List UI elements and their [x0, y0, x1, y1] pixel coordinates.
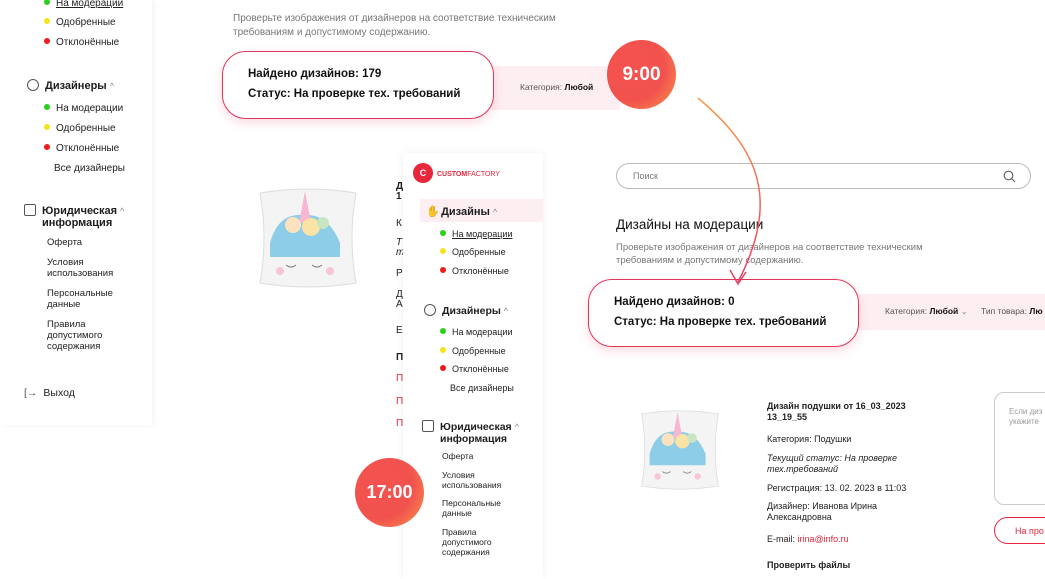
sidebar-item-designers-rejected[interactable]: Отклонённые	[44, 143, 119, 154]
sidebar-item-approved[interactable]: Одобренные	[44, 17, 116, 28]
chevron-up-icon: ^	[492, 207, 498, 217]
sidebar-item-moderation[interactable]: На модерации	[44, 0, 123, 9]
transition-arrow-icon	[697, 97, 761, 286]
yellow-dot-icon	[44, 18, 50, 24]
red-dot-icon	[44, 38, 50, 44]
sidebar-item-designers-moderation[interactable]: На модерации	[44, 103, 123, 114]
sidebar-item-terms-front[interactable]: Условия использования	[442, 470, 514, 490]
sidebar-section-designers[interactable]: Дизайнеры ^	[27, 79, 114, 92]
back-page-description: Проверьте изображения от дизайнеров на с…	[233, 13, 556, 38]
send-for-review-button[interactable]: На про	[994, 517, 1045, 544]
red-dot-icon	[440, 267, 446, 273]
back-card-fragment: Р	[396, 268, 403, 279]
green-dot-icon	[440, 230, 446, 236]
found-count: Найдено дизайнов: 0	[614, 296, 735, 308]
chevron-up-icon: ^	[503, 306, 509, 316]
search-input[interactable]: Поиск	[616, 163, 1031, 189]
chevron-up-icon: ^	[120, 206, 125, 216]
back-sidebar: На модерации Одобренные Отклонённые Диза…	[0, 0, 152, 425]
green-dot-icon	[44, 104, 50, 110]
sidebar-item-all-designers-front[interactable]: Все дизайнеры	[450, 383, 514, 393]
email-link[interactable]: irina@info.ru	[798, 534, 849, 544]
time-badge-morning: 9:00	[607, 40, 676, 109]
sidebar-section-designers-front[interactable]: Дизайнеры ^	[424, 304, 508, 317]
sidebar-item-all-designers[interactable]: Все дизайнеры	[54, 163, 125, 174]
sidebar-item-designers-approved-front[interactable]: Одобренные	[440, 346, 506, 356]
sidebar-item-designers-moderation-front[interactable]: На модерации	[440, 327, 512, 337]
product-pillow-image	[641, 410, 719, 490]
sidebar-item-designs-rejected[interactable]: Отклонённые	[440, 266, 509, 276]
card-category: Категория: Подушки	[767, 434, 852, 444]
sidebar-item-personal-data-front[interactable]: Персональные данные	[442, 498, 514, 518]
chevron-up-icon: ^	[514, 422, 519, 432]
back-status: Статус: На проверке тех. требований	[248, 88, 461, 100]
green-dot-icon	[440, 328, 446, 334]
page-description: Проверьте изображения от дизайнеров на с…	[616, 242, 923, 266]
sidebar-item-content-rules-front[interactable]: Правила допустимого содержания	[442, 527, 514, 557]
chevron-down-icon: ⌄	[960, 306, 968, 316]
yellow-dot-icon	[440, 248, 446, 254]
sidebar-item-designs-approved[interactable]: Одобренные	[440, 247, 506, 257]
back-summary-pill: Найдено дизайнов: 179 Статус: На проверк…	[222, 51, 494, 119]
sidebar-item-designers-approved[interactable]: Одобренные	[44, 123, 116, 134]
user-icon	[27, 79, 39, 91]
back-card-fragment: ДА	[396, 289, 403, 310]
check-files-link[interactable]: Проверить файлы	[767, 560, 850, 571]
brand-logo-text: CUSTOMFACTORY	[437, 171, 501, 178]
sidebar-section-designs[interactable]: ✋ Дизайны ^	[420, 199, 543, 222]
back-category-filter[interactable]: Категория: Любой	[520, 82, 593, 92]
sidebar-item-offer-front[interactable]: Оферта	[442, 451, 473, 462]
green-dot-icon	[44, 0, 50, 5]
card-email: E-mail: irina@info.ru	[767, 534, 849, 544]
back-pillow-image	[259, 188, 357, 288]
sidebar-item-personal-data[interactable]: Персональные данные	[47, 288, 127, 310]
logout-button[interactable]: [→ Выход	[24, 387, 75, 399]
sidebar-item-terms[interactable]: Условия использования	[47, 257, 127, 279]
sidebar-item-designs-moderation[interactable]: На модерации	[440, 229, 512, 239]
back-found-count: Найдено дизайнов: 179	[248, 68, 382, 80]
card-status: Текущий статус: На проверке тех.требован…	[767, 453, 898, 474]
time-badge-evening: 17:00	[355, 458, 424, 527]
back-filter-bar: Категория: Любой	[490, 66, 620, 110]
document-icon	[24, 204, 36, 216]
red-dot-icon	[44, 144, 50, 150]
comment-textarea[interactable]: Если диз укажите	[994, 392, 1045, 505]
chevron-up-icon: ^	[109, 81, 114, 91]
sidebar-item-designers-rejected-front[interactable]: Отклонённые	[440, 364, 509, 374]
sidebar-section-legal[interactable]: Юридическая ^ информация	[24, 204, 124, 229]
yellow-dot-icon	[440, 347, 446, 353]
hand-icon: ✋	[426, 206, 440, 218]
product-type-filter[interactable]: Тип товара: Лю	[981, 306, 1043, 316]
document-icon	[422, 420, 434, 432]
sidebar-section-legal-front[interactable]: Юридическая ^ информация	[422, 420, 519, 445]
sidebar-item-content-rules[interactable]: Правила допустимого содержания	[47, 319, 127, 352]
back-card-fragment: К	[396, 218, 402, 229]
back-card-fragment: Е	[396, 325, 403, 336]
brand-logo-icon: C	[413, 163, 433, 183]
search-icon[interactable]	[1003, 170, 1016, 183]
status-text: Статус: На проверке тех. требований	[614, 316, 827, 328]
front-filter-bar: Категория: Любой ⌄ Тип товара: Лю	[853, 294, 1045, 330]
sidebar-item-offer[interactable]: Оферта	[47, 237, 82, 248]
category-filter[interactable]: Категория: Любой ⌄	[885, 306, 968, 317]
card-registration: Регистрация: 13. 02. 2023 в 11:03	[767, 483, 907, 493]
red-dot-icon	[440, 365, 446, 371]
user-icon	[424, 304, 436, 316]
yellow-dot-icon	[44, 124, 50, 130]
logout-icon: [→	[24, 387, 38, 399]
sidebar-item-rejected[interactable]: Отклонённые	[44, 37, 119, 48]
card-designer: Дизайнер: Иванова Ирина Александровна	[767, 501, 878, 522]
card-title: Дизайн подушки от 16_03_2023 13_19_55	[767, 401, 906, 422]
